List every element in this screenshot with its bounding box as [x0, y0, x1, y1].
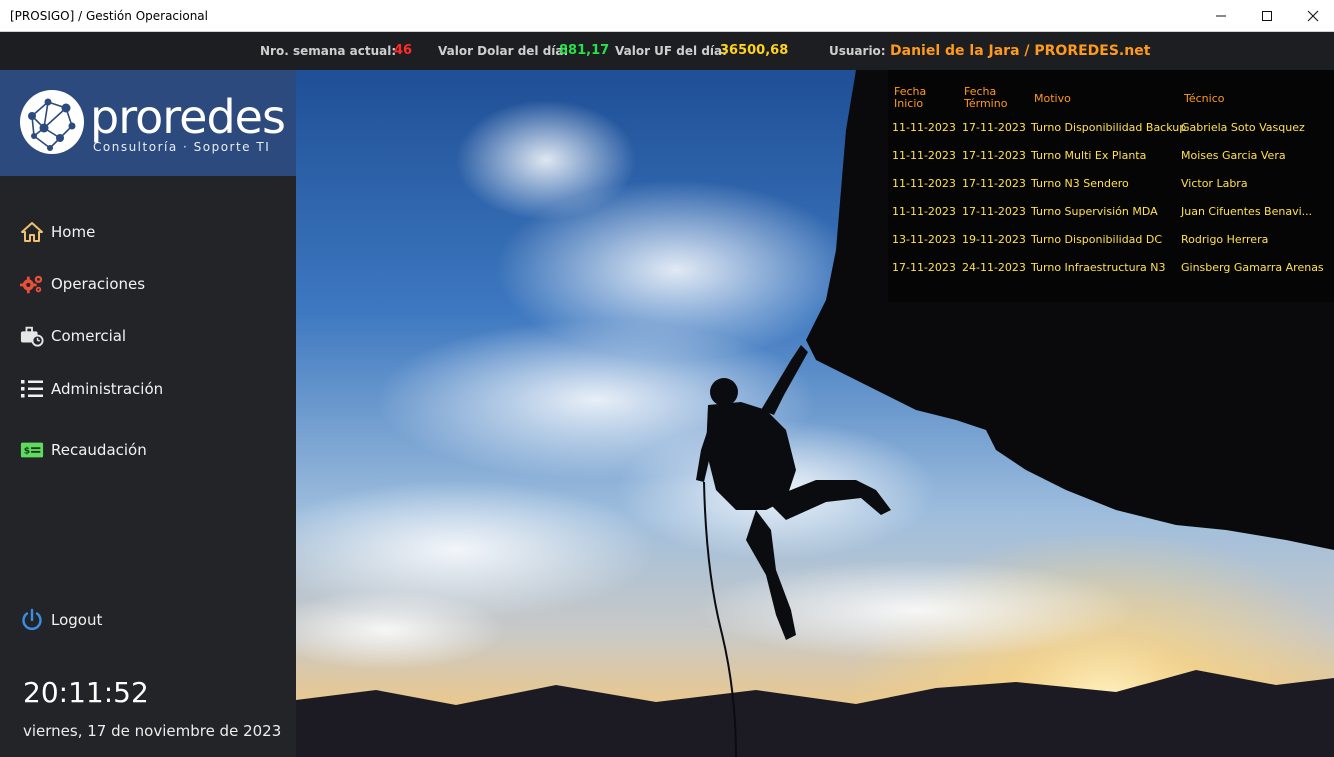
- column-header-fecha-inicio: Fecha Inicio: [894, 85, 927, 110]
- nav-comercial[interactable]: Comercial: [0, 316, 296, 356]
- money-card-icon: $: [20, 438, 44, 462]
- cell-motivo: Turno Infraestructura N3: [1031, 261, 1166, 274]
- cell-motivo: Turno Supervisión MDA: [1031, 205, 1158, 218]
- column-header-tecnico: Técnico: [1184, 92, 1225, 105]
- uf-label: Valor UF del día:: [615, 44, 727, 58]
- dolar-value: 881,17: [559, 43, 610, 58]
- cell-tecnico: Moises Garcia Vera: [1181, 149, 1286, 162]
- cell-fecha-termino: 19-11-2023: [962, 233, 1026, 246]
- cell-fecha-termino: 17-11-2023: [962, 177, 1026, 190]
- week-value: 46: [394, 43, 413, 58]
- maximize-button[interactable]: [1244, 0, 1290, 32]
- cell-tecnico: Gabriela Soto Vasquez: [1181, 121, 1305, 134]
- nav-administracion-label: Administración: [51, 380, 164, 398]
- nav-operaciones[interactable]: Operaciones: [0, 264, 296, 304]
- cell-fecha-inicio: 11-11-2023: [892, 149, 956, 162]
- clock-time: 20:11:52: [23, 676, 149, 709]
- cell-fecha-inicio: 17-11-2023: [892, 261, 956, 274]
- cell-fecha-termino: 17-11-2023: [962, 205, 1026, 218]
- logo-wordmark: proredes: [90, 90, 286, 144]
- sidebar: proredes Consultoría · Soporte TI Home O…: [0, 70, 296, 757]
- cell-tecnico: Victor Labra: [1181, 177, 1248, 190]
- cell-fecha-termino: 24-11-2023: [962, 261, 1026, 274]
- logout-label: Logout: [51, 611, 103, 629]
- user-value: Daniel de la Jara / PROREDES.net: [890, 43, 1151, 59]
- window-title: [PROSIGO] / Gestión Operacional: [10, 9, 208, 23]
- cell-tecnico: Juan Cifuentes Benavi...: [1181, 205, 1313, 218]
- maximize-icon: [1262, 11, 1272, 21]
- week-label: Nro. semana actual:: [260, 44, 397, 58]
- nav-recaudacion-label: Recaudación: [51, 441, 147, 459]
- gears-icon: [20, 272, 44, 296]
- nav-home[interactable]: Home: [0, 212, 296, 252]
- network-globe-icon: [20, 90, 84, 154]
- cell-motivo: Turno Disponibilidad Backup: [1031, 121, 1187, 134]
- cell-motivo: Turno Multi Ex Planta: [1031, 149, 1147, 162]
- uf-value: 36500,68: [720, 43, 789, 58]
- status-bar: Nro. semana actual: 46 Valor Dolar del d…: [0, 32, 1334, 70]
- nav-recaudacion[interactable]: $ Recaudación: [0, 430, 296, 470]
- nav-comercial-label: Comercial: [51, 327, 127, 345]
- cell-fecha-inicio: 13-11-2023: [892, 233, 956, 246]
- logo-tagline: Consultoría · Soporte TI: [93, 140, 271, 154]
- nav-home-label: Home: [51, 223, 96, 241]
- cell-fecha-inicio: 11-11-2023: [892, 205, 956, 218]
- nav-administracion[interactable]: Administración: [0, 369, 296, 409]
- logout-button[interactable]: Logout: [0, 600, 296, 640]
- briefcase-clock-icon: [20, 324, 44, 348]
- power-icon: [20, 608, 44, 632]
- svg-text:$: $: [24, 446, 30, 457]
- cell-tecnico: Ginsberg Gamarra Arenas: [1181, 261, 1324, 274]
- cell-motivo: Turno N3 Sendero: [1031, 177, 1129, 190]
- title-bar: [PROSIGO] / Gestión Operacional: [0, 0, 1334, 32]
- minimize-button[interactable]: [1198, 0, 1244, 32]
- home-icon: [20, 220, 44, 244]
- cell-fecha-termino: 17-11-2023: [962, 121, 1026, 134]
- cell-fecha-inicio: 11-11-2023: [892, 177, 956, 190]
- cell-fecha-inicio: 11-11-2023: [892, 121, 956, 134]
- clock-date: viernes, 17 de noviembre de 2023: [23, 722, 282, 740]
- close-icon: [1307, 10, 1319, 22]
- list-icon: [20, 377, 44, 401]
- dolar-label: Valor Dolar del día:: [438, 44, 569, 58]
- minimize-icon: [1216, 15, 1226, 17]
- close-button[interactable]: [1290, 0, 1334, 32]
- logo: proredes Consultoría · Soporte TI: [0, 70, 296, 176]
- cell-tecnico: Rodrigo Herrera: [1181, 233, 1269, 246]
- cell-motivo: Turno Disponibilidad DC: [1031, 233, 1163, 246]
- nav-operaciones-label: Operaciones: [51, 275, 146, 293]
- cell-fecha-termino: 17-11-2023: [962, 149, 1026, 162]
- user-label: Usuario:: [829, 44, 886, 58]
- column-header-fecha-termino: Fecha Término: [964, 85, 1008, 110]
- column-header-motivo: Motivo: [1034, 92, 1071, 105]
